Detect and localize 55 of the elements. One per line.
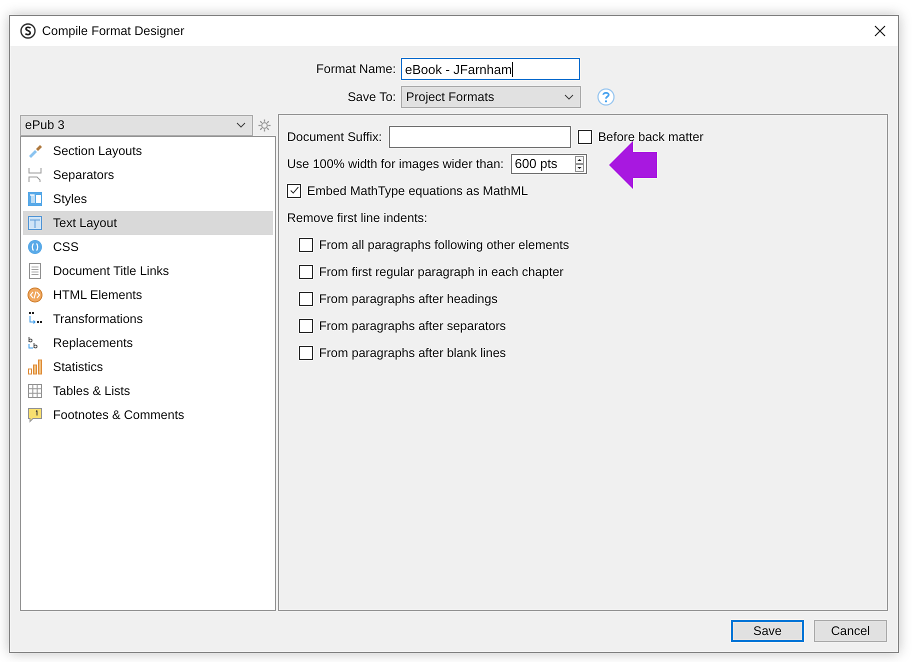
help-icon[interactable] xyxy=(597,88,615,106)
before-back-matter-label: Before back matter xyxy=(598,130,704,144)
bar-chart-icon xyxy=(27,359,43,375)
format-dropdown[interactable]: ePub 3 xyxy=(20,114,253,136)
grid-icon xyxy=(27,383,43,399)
document-suffix-label: Document Suffix: xyxy=(287,130,382,144)
arrow-icon xyxy=(608,140,659,188)
code-braces-icon xyxy=(27,239,43,255)
image-width-label: Use 100% width for images wider than: xyxy=(287,156,504,170)
comment-icon xyxy=(27,407,43,423)
sidebar-item[interactable]: Transformations xyxy=(23,307,273,331)
paintbrush-icon xyxy=(27,143,43,159)
sidebar-item[interactable]: Statistics xyxy=(23,355,273,379)
document-suffix-field[interactable] xyxy=(388,126,571,148)
format-name-field[interactable]: eBook - JFarnham xyxy=(401,58,580,80)
code-tag-icon xyxy=(27,287,43,303)
option-label: From first regular paragraph in each chapter xyxy=(319,264,564,278)
checkbox[interactable] xyxy=(299,238,313,252)
option-label: From paragraphs after separators xyxy=(319,318,506,332)
sidebar-item[interactable]: Styles xyxy=(23,187,273,211)
section-label: Remove first line indents: xyxy=(287,210,428,224)
checkbox[interactable] xyxy=(299,318,313,332)
format-name-label: Format Name: xyxy=(315,62,396,76)
sidebar-item[interactable]: Section Layouts xyxy=(23,139,273,163)
sidebar-item[interactable]: Document Title Links xyxy=(23,259,273,283)
embed-mathtype-label: Embed MathType equations as MathML xyxy=(307,184,528,198)
option-label: From all paragraphs following other elements xyxy=(319,238,570,252)
sidebar-item[interactable]: Replacements xyxy=(23,331,273,355)
cancel-button[interactable]: Cancel xyxy=(814,620,887,642)
sidebar-item[interactable]: Footnotes & Comments xyxy=(23,403,273,427)
sidebar-item[interactable]: HTML Elements xyxy=(23,283,273,307)
sidebar-item[interactable]: Tables & Lists xyxy=(23,379,273,403)
sidebar-item[interactable]: Text Layout xyxy=(23,211,273,235)
document-icon xyxy=(27,263,43,279)
paragraph-style-icon xyxy=(27,191,43,207)
app-logo-icon xyxy=(20,23,36,39)
checkbox[interactable] xyxy=(299,292,313,306)
sidebar-item[interactable]: Separators xyxy=(23,163,273,187)
chevron-down-icon xyxy=(236,122,246,128)
save-to-label: Save To: xyxy=(346,90,396,104)
checkbox[interactable] xyxy=(287,184,301,198)
image-width-spinner[interactable]: 600 pts xyxy=(510,154,587,174)
checkbox[interactable] xyxy=(299,264,313,278)
option-label: From paragraphs after headings xyxy=(319,292,498,306)
checkbox[interactable] xyxy=(299,346,313,360)
separator-icon xyxy=(27,167,43,183)
save-button[interactable]: Save xyxy=(731,620,804,642)
close-icon[interactable] xyxy=(874,25,886,37)
layout-icon xyxy=(27,215,43,231)
window-title: Compile Format Designer xyxy=(42,24,184,38)
option-label: From paragraphs after blank lines xyxy=(319,346,506,360)
checkbox[interactable] xyxy=(578,130,592,144)
chevron-down-icon xyxy=(564,94,574,100)
sidebar-item[interactable]: CSS xyxy=(23,235,273,259)
save-to-dropdown[interactable]: Project Formats xyxy=(401,86,581,108)
